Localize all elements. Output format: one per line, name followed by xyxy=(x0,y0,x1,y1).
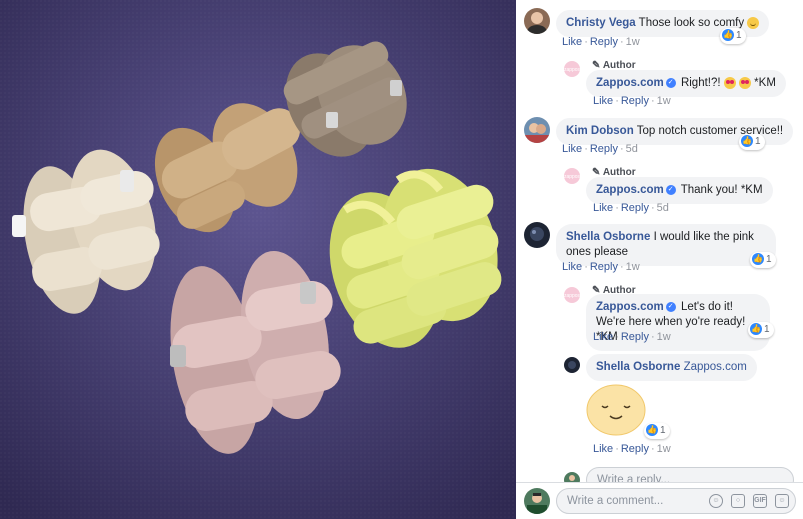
comment-text: Right!?! *KM xyxy=(680,76,776,89)
sticker-icon[interactable]: ☺ xyxy=(775,494,789,508)
emoji-icon[interactable]: ☺ xyxy=(709,494,723,508)
commenter-name[interactable]: Christy Vega xyxy=(566,17,636,29)
timestamp[interactable]: 1w xyxy=(657,443,671,455)
verified-badge-icon: ✓ xyxy=(665,301,676,312)
comments-panel: Christy Vega Those look so comfy 👍 1 Like… xyxy=(516,0,803,519)
gif-icon[interactable]: GIF xyxy=(753,494,767,508)
heart-eyes-emoji-icon xyxy=(723,76,736,89)
comment-text: Thank you! *KM xyxy=(680,184,763,196)
comment-bubble: Shella Osborne I would like the pink one… xyxy=(556,224,776,266)
reply-link[interactable]: Reply xyxy=(621,443,649,455)
like-reaction-icon: 👍 xyxy=(750,323,762,336)
comment-actions: Like · Reply · 1w xyxy=(562,261,640,273)
comment-bubble: Shella Osborne Zappos.com xyxy=(586,354,757,381)
commenter-name[interactable]: Shella Osborne xyxy=(566,231,650,243)
comment-actions: Like · Reply · 1w xyxy=(593,95,671,107)
svg-text:zappos: zappos xyxy=(564,174,580,180)
smirk-emoji-icon xyxy=(747,16,760,29)
timestamp[interactable]: 5d xyxy=(626,143,638,155)
commenter-name[interactable]: Zappos.com xyxy=(596,77,664,89)
comment-bubble: Zappos.com ✓ Right!?! *KM xyxy=(586,70,786,97)
verified-badge-icon: ✓ xyxy=(665,77,676,88)
comment-bubble: Zappos.com ✓ Thank you! *KM xyxy=(586,177,773,204)
verified-badge-icon: ✓ xyxy=(665,184,676,195)
smiley-sticker xyxy=(586,384,646,436)
like-reaction-icon: 👍 xyxy=(752,253,764,266)
timestamp[interactable]: 1w xyxy=(626,261,640,273)
comment-composer: ☺ ○ GIF ☺ xyxy=(516,483,803,519)
zappos-avatar[interactable]: zappos xyxy=(564,61,580,77)
comment-input-box[interactable]: ☺ ○ GIF ☺ xyxy=(556,488,796,514)
like-reaction-icon: 👍 xyxy=(722,29,734,42)
comment-actions: Like · Reply · 1w xyxy=(593,331,671,343)
reaction-count[interactable]: 👍 1 xyxy=(748,322,774,338)
like-link[interactable]: Like xyxy=(593,202,613,214)
camera-icon[interactable]: ○ xyxy=(731,494,745,508)
comment-actions: Like · Reply · 1w xyxy=(562,36,640,48)
user-avatar[interactable] xyxy=(524,488,550,514)
comment-input[interactable] xyxy=(557,489,697,513)
like-link[interactable]: Like xyxy=(562,36,582,48)
comment-actions: Like · Reply · 5d xyxy=(593,202,669,214)
post-photo[interactable] xyxy=(0,0,516,519)
zappos-avatar[interactable]: zappos xyxy=(564,287,580,303)
mention-link[interactable]: Zappos.com xyxy=(684,361,747,373)
commenter-name[interactable]: Zappos.com xyxy=(596,184,664,196)
like-reaction-icon: 👍 xyxy=(741,135,753,148)
commenter-name[interactable]: Zappos.com xyxy=(596,301,664,313)
avatar[interactable] xyxy=(564,357,580,373)
commenter-name[interactable]: Kim Dobson xyxy=(566,125,634,137)
reply-link[interactable]: Reply xyxy=(590,143,618,155)
reply-link[interactable]: Reply xyxy=(590,261,618,273)
timestamp[interactable]: 5d xyxy=(657,202,669,214)
slippers-image xyxy=(0,0,516,519)
zappos-avatar[interactable]: zappos xyxy=(564,168,580,184)
reply-link[interactable]: Reply xyxy=(621,331,649,343)
like-link[interactable]: Like xyxy=(593,443,613,455)
avatar[interactable] xyxy=(524,117,550,143)
reaction-count[interactable]: 👍 1 xyxy=(750,252,776,268)
reaction-count[interactable]: 👍 1 xyxy=(644,423,670,439)
svg-text:zappos: zappos xyxy=(564,293,580,299)
reaction-count[interactable]: 👍 1 xyxy=(720,28,746,44)
heart-eyes-emoji-icon xyxy=(738,76,751,89)
reply-link[interactable]: Reply xyxy=(621,202,649,214)
reaction-count[interactable]: 👍 1 xyxy=(739,134,765,150)
reply-link[interactable]: Reply xyxy=(621,95,649,107)
timestamp[interactable]: 1w xyxy=(657,331,671,343)
avatar[interactable] xyxy=(524,8,550,34)
svg-text:zappos: zappos xyxy=(564,67,580,73)
like-link[interactable]: Like xyxy=(593,95,613,107)
comment-actions: Like · Reply · 5d xyxy=(562,143,638,155)
avatar[interactable] xyxy=(524,222,550,248)
like-link[interactable]: Like xyxy=(562,261,582,273)
like-reaction-icon: 👍 xyxy=(646,424,658,437)
timestamp[interactable]: 1w xyxy=(626,36,640,48)
commenter-name[interactable]: Shella Osborne xyxy=(596,361,680,373)
reply-link[interactable]: Reply xyxy=(590,36,618,48)
like-link[interactable]: Like xyxy=(593,331,613,343)
timestamp[interactable]: 1w xyxy=(657,95,671,107)
comment-actions: Like · Reply · 1w xyxy=(593,443,671,455)
like-link[interactable]: Like xyxy=(562,143,582,155)
